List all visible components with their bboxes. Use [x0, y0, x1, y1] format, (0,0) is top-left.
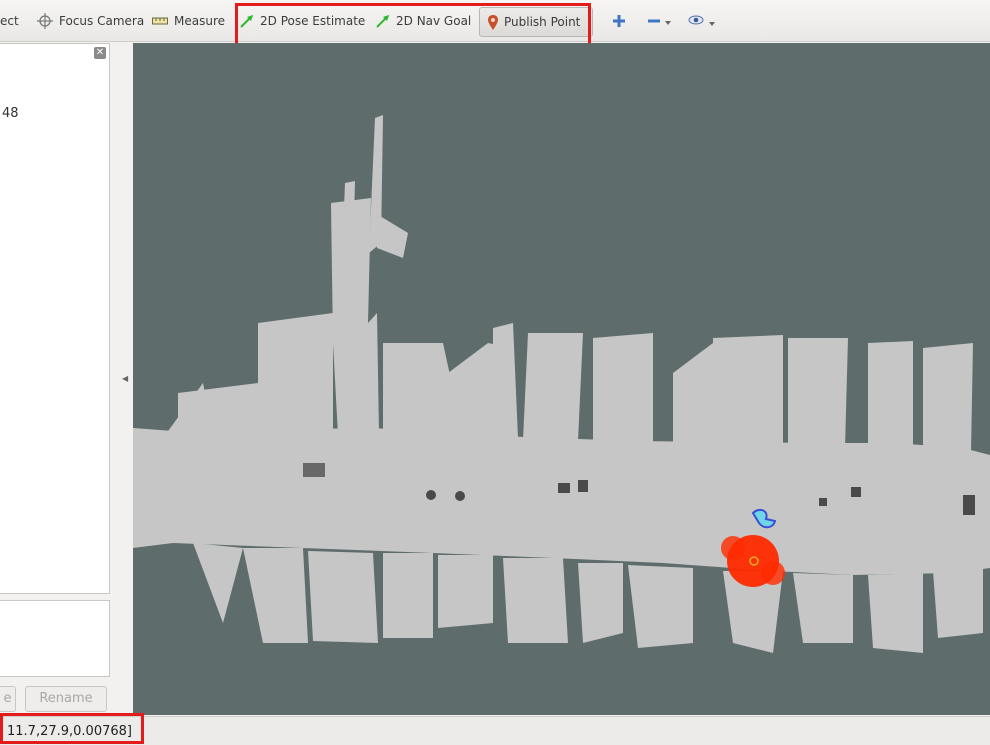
toolbar: ect Focus Camera Measure 2D Pose Estimat…: [0, 0, 990, 42]
green-arrow-icon: [240, 14, 253, 28]
tool-properties-panel: ✕ 48: [0, 43, 110, 594]
measure-label: Measure: [174, 13, 225, 28]
pose-estimate-label: 2D Pose Estimate: [260, 13, 366, 28]
eye-icon: [688, 15, 715, 26]
minus-icon: [648, 19, 671, 25]
left-panel: ✕ 48 e Rename: [0, 43, 118, 715]
focus-camera-tool[interactable]: Focus Camera: [37, 7, 144, 35]
focus-camera-label: Focus Camera: [59, 13, 145, 28]
rename-button[interactable]: Rename: [25, 686, 107, 712]
status-bar: 11.7,27.9,0.00768]: [0, 716, 990, 745]
publish-point-label: Publish Point: [504, 15, 581, 29]
plus-icon: [613, 14, 625, 27]
map-view[interactable]: [133, 43, 990, 715]
measure-tool[interactable]: Measure: [152, 7, 225, 35]
partial-button[interactable]: e: [0, 686, 16, 712]
interact-tool[interactable]: ect: [0, 7, 19, 35]
nav-goal-tool[interactable]: 2D Nav Goal: [376, 7, 471, 35]
publish-point-button[interactable]: Publish Point: [479, 7, 594, 37]
remove-tool-button[interactable]: [647, 7, 673, 35]
panel-value-text: 48: [2, 106, 19, 121]
cursor-coordinates: 11.7,27.9,0.00768]: [7, 724, 132, 739]
pose-estimate-tool[interactable]: 2D Pose Estimate: [240, 7, 365, 35]
close-icon[interactable]: ✕: [94, 47, 106, 59]
view-menu-button[interactable]: [688, 7, 718, 35]
add-tool-button[interactable]: [612, 7, 626, 35]
interact-label: ect: [0, 13, 19, 28]
map-pin-icon: [488, 14, 498, 30]
collapse-panel-icon[interactable]: ◀: [122, 374, 128, 383]
crosshair-icon: [37, 12, 53, 29]
panel-description-box: [0, 600, 110, 677]
nav-goal-label: 2D Nav Goal: [396, 13, 472, 28]
occupancy-grid-map: [133, 115, 990, 653]
green-arrow-icon: [376, 14, 389, 28]
ruler-icon: [152, 17, 168, 24]
